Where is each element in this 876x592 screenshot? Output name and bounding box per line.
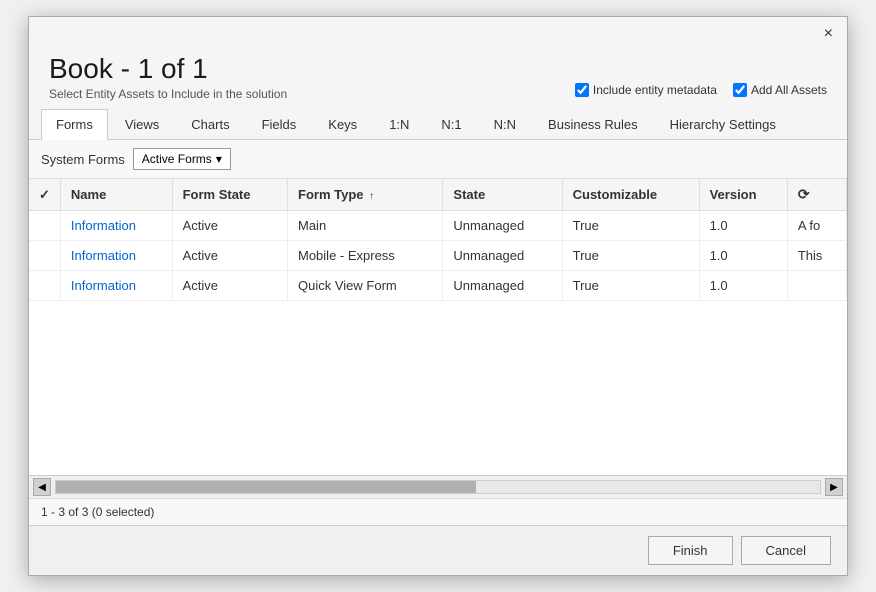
row1-name[interactable]: Information: [60, 211, 172, 241]
row3-version: 1.0: [699, 271, 787, 301]
scroll-thumb[interactable]: [56, 481, 476, 493]
chevron-down-icon: ▾: [216, 152, 222, 166]
title-bar: ×: [29, 17, 847, 45]
row3-customizable: True: [562, 271, 699, 301]
table-row: Information Active Main Unmanaged True 1…: [29, 211, 847, 241]
tab-forms[interactable]: Forms: [41, 109, 108, 140]
dialog-title: Book - 1 of 1: [49, 53, 287, 85]
table-header-row: ✓ Name Form State Form Type ↑ State Cust…: [29, 179, 847, 211]
include-metadata-checkbox[interactable]: [575, 83, 589, 97]
sub-header: System Forms Active Forms ▾: [29, 140, 847, 179]
row3-form-type: Quick View Form: [288, 271, 443, 301]
row3-name[interactable]: Information: [60, 271, 172, 301]
include-metadata-label[interactable]: Include entity metadata: [575, 83, 717, 97]
col-form-state[interactable]: Form State: [172, 179, 287, 211]
content-area: System Forms Active Forms ▾ ✓ Name Form …: [29, 140, 847, 525]
table-container[interactable]: ✓ Name Form State Form Type ↑ State Cust…: [29, 179, 847, 475]
scroll-right-arrow[interactable]: ▶: [825, 478, 843, 496]
status-text: 1 - 3 of 3 (0 selected): [41, 505, 154, 519]
header-right: Include entity metadata Add All Assets: [575, 83, 827, 101]
row2-check[interactable]: [29, 241, 60, 271]
row2-extra: This: [787, 241, 846, 271]
tab-keys[interactable]: Keys: [313, 109, 372, 139]
col-name[interactable]: Name: [60, 179, 172, 211]
row3-state: Unmanaged: [443, 271, 562, 301]
dialog: × Book - 1 of 1 Select Entity Assets to …: [28, 16, 848, 576]
row2-form-type: Mobile - Express: [288, 241, 443, 271]
header-left: Book - 1 of 1 Select Entity Assets to In…: [49, 53, 287, 101]
tab-charts[interactable]: Charts: [176, 109, 244, 139]
row1-state: Unmanaged: [443, 211, 562, 241]
tab-hierarchy-settings[interactable]: Hierarchy Settings: [655, 109, 791, 139]
row2-name[interactable]: Information: [60, 241, 172, 271]
row2-form-state: Active: [172, 241, 287, 271]
status-bar: 1 - 3 of 3 (0 selected): [29, 498, 847, 525]
footer: Finish Cancel: [29, 525, 847, 575]
finish-button[interactable]: Finish: [648, 536, 733, 565]
dialog-subtitle: Select Entity Assets to Include in the s…: [49, 87, 287, 101]
col-check[interactable]: ✓: [29, 179, 60, 211]
cancel-button[interactable]: Cancel: [741, 536, 831, 565]
scroll-left-arrow[interactable]: ◀: [33, 478, 51, 496]
col-state[interactable]: State: [443, 179, 562, 211]
horizontal-scrollbar[interactable]: ◀ ▶: [29, 475, 847, 498]
col-form-type[interactable]: Form Type ↑: [288, 179, 443, 211]
row2-version: 1.0: [699, 241, 787, 271]
row1-form-type: Main: [288, 211, 443, 241]
row1-customizable: True: [562, 211, 699, 241]
tab-views[interactable]: Views: [110, 109, 174, 139]
add-all-assets-checkbox[interactable]: [733, 83, 747, 97]
refresh-icon: ⟳: [798, 186, 810, 202]
table-row: Information Active Quick View Form Unman…: [29, 271, 847, 301]
table-row: Information Active Mobile - Express Unma…: [29, 241, 847, 271]
tab-1n[interactable]: 1:N: [374, 109, 424, 139]
tab-nn[interactable]: N:N: [479, 109, 531, 139]
row3-form-state: Active: [172, 271, 287, 301]
col-refresh[interactable]: ⟳: [787, 179, 846, 211]
tab-fields[interactable]: Fields: [247, 109, 312, 139]
header: Book - 1 of 1 Select Entity Assets to In…: [29, 45, 847, 109]
row1-form-state: Active: [172, 211, 287, 241]
active-forms-dropdown[interactable]: Active Forms ▾: [133, 148, 231, 170]
row2-state: Unmanaged: [443, 241, 562, 271]
close-button[interactable]: ×: [818, 23, 839, 45]
row1-extra: A fo: [787, 211, 846, 241]
row1-check[interactable]: [29, 211, 60, 241]
row2-customizable: True: [562, 241, 699, 271]
tabs-container: Forms Views Charts Fields Keys 1:N N:1 N…: [29, 109, 847, 140]
row1-version: 1.0: [699, 211, 787, 241]
col-version[interactable]: Version: [699, 179, 787, 211]
system-forms-label: System Forms: [41, 152, 125, 167]
tab-business-rules[interactable]: Business Rules: [533, 109, 653, 139]
dropdown-label: Active Forms: [142, 152, 212, 166]
row3-extra: [787, 271, 846, 301]
tab-n1[interactable]: N:1: [426, 109, 476, 139]
col-customizable[interactable]: Customizable: [562, 179, 699, 211]
scroll-track[interactable]: [55, 480, 821, 494]
forms-table: ✓ Name Form State Form Type ↑ State Cust…: [29, 179, 847, 301]
add-all-assets-label[interactable]: Add All Assets: [733, 83, 827, 97]
row3-check[interactable]: [29, 271, 60, 301]
sort-icon: ↑: [369, 191, 374, 202]
